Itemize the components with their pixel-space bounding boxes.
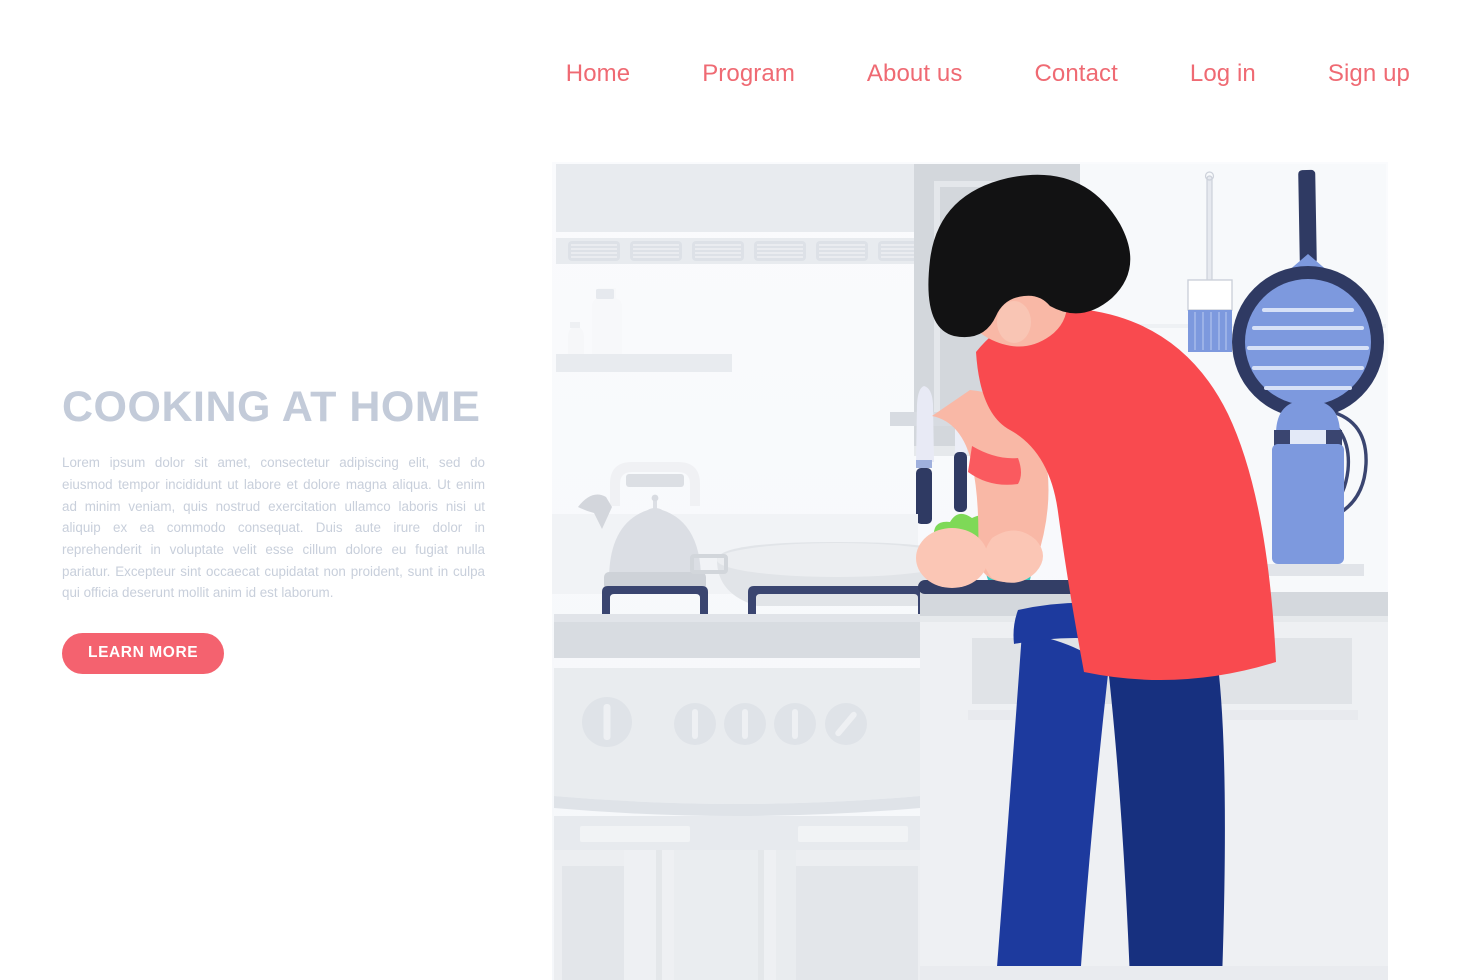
hero-section: COOKING AT HOME Lorem ipsum dolor sit am… [62, 383, 492, 675]
oven-door-panels [624, 850, 796, 980]
nav-link-program[interactable]: Program [702, 62, 795, 86]
upper-cabinets [556, 164, 922, 232]
oven-handle-left [580, 826, 690, 842]
kitchen-scene-svg [552, 162, 1388, 980]
nav-link-home[interactable]: Home [566, 62, 630, 86]
stove-knob-5 [825, 703, 867, 745]
oven-handle-right [798, 826, 908, 842]
stove-knob-1 [582, 697, 632, 747]
wall-shelf [556, 354, 732, 372]
utensil-holder [1272, 400, 1344, 564]
nav-link-sign-up[interactable]: Sign up [1328, 62, 1410, 86]
page-title: COOKING AT HOME [62, 383, 481, 431]
floor-strip [920, 966, 1388, 980]
cooktop-edge [554, 614, 920, 622]
stove-knob-3 [724, 703, 766, 745]
cook-ear [997, 301, 1031, 343]
landing-page: Home Program About us Contact Log in Sig… [0, 0, 1470, 980]
hero-description: Lorem ipsum dolor sit amet, consectetur … [62, 455, 485, 601]
kitchen-illustration [552, 162, 1388, 980]
holder-shelf [1252, 564, 1364, 576]
cook-fist [916, 528, 988, 588]
stove-knob-2 [674, 703, 716, 745]
chef-knife [916, 386, 934, 524]
stove-knob-4 [774, 703, 816, 745]
main-navigation: Home Program About us Contact Log in Sig… [566, 52, 1410, 96]
nav-link-log-in[interactable]: Log in [1190, 62, 1256, 86]
learn-more-button[interactable]: LEARN MORE [62, 633, 225, 675]
nav-link-about-us[interactable]: About us [867, 62, 963, 86]
nav-link-contact[interactable]: Contact [1034, 62, 1117, 86]
